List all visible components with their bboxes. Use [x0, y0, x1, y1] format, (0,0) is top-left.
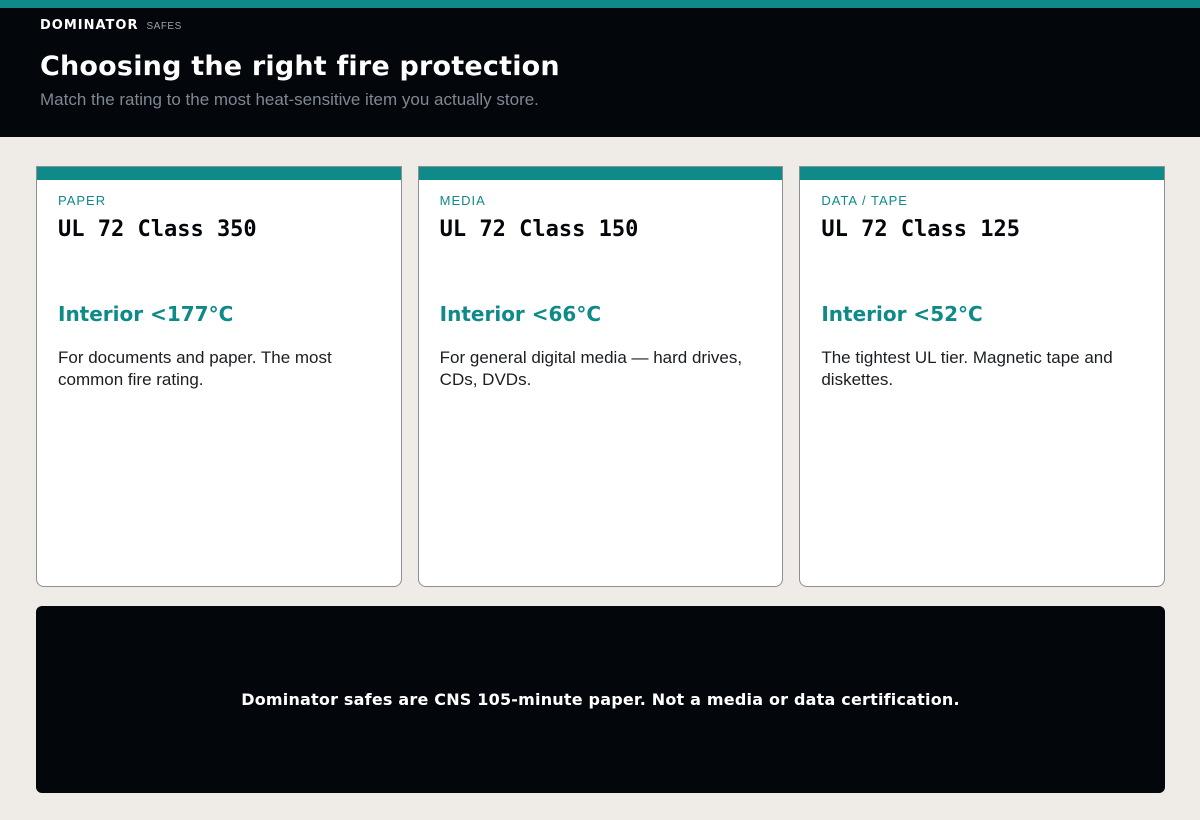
certification-banner: Dominator safes are CNS 105-minute paper…: [36, 606, 1165, 793]
card-description: For documents and paper. The most common…: [58, 348, 332, 389]
brand-name: DOMINATOR: [40, 18, 139, 33]
rating-cards: PAPER UL 72 Class 350 Interior <177°C Fo…: [36, 166, 1166, 587]
card-rating: UL 72 Class 150: [439, 217, 639, 242]
rating-card-media: MEDIA UL 72 Class 150 Interior <66°C For…: [417, 166, 784, 587]
rating-card-data-tape: DATA / TAPE UL 72 Class 125 Interior <52…: [799, 166, 1166, 587]
card-description: The tightest UL tier. Magnetic tape and …: [821, 348, 1113, 389]
brand: DOMINATOR SAFES: [40, 18, 182, 33]
card-temperature: Interior <177°C: [58, 302, 234, 326]
card-temperature: Interior <52°C: [821, 302, 983, 326]
rating-card-paper: PAPER UL 72 Class 350 Interior <177°C Fo…: [36, 166, 402, 587]
card-description: For general digital media — hard drives,…: [439, 348, 743, 389]
card-accent-bar: [37, 167, 401, 180]
page-title: Choosing the right fire protection: [40, 51, 560, 82]
card-category: MEDIA: [439, 193, 486, 208]
card-category: PAPER: [58, 193, 107, 208]
card-accent-bar: [800, 167, 1165, 180]
brand-sub: SAFES: [146, 21, 182, 32]
card-accent-bar: [418, 167, 783, 180]
certification-note: Dominator safes are CNS 105-minute paper…: [241, 690, 960, 709]
card-temperature: Interior <66°C: [439, 302, 602, 326]
page-subtitle: Match the rating to the most heat-sensit…: [40, 90, 539, 109]
card-rating: UL 72 Class 350: [58, 217, 257, 242]
card-category: DATA / TAPE: [821, 193, 908, 208]
page-header: DOMINATOR SAFES Choosing the right fire …: [0, 8, 1200, 137]
card-rating: UL 72 Class 125: [821, 217, 1021, 242]
accent-top-bar: [0, 0, 1200, 8]
